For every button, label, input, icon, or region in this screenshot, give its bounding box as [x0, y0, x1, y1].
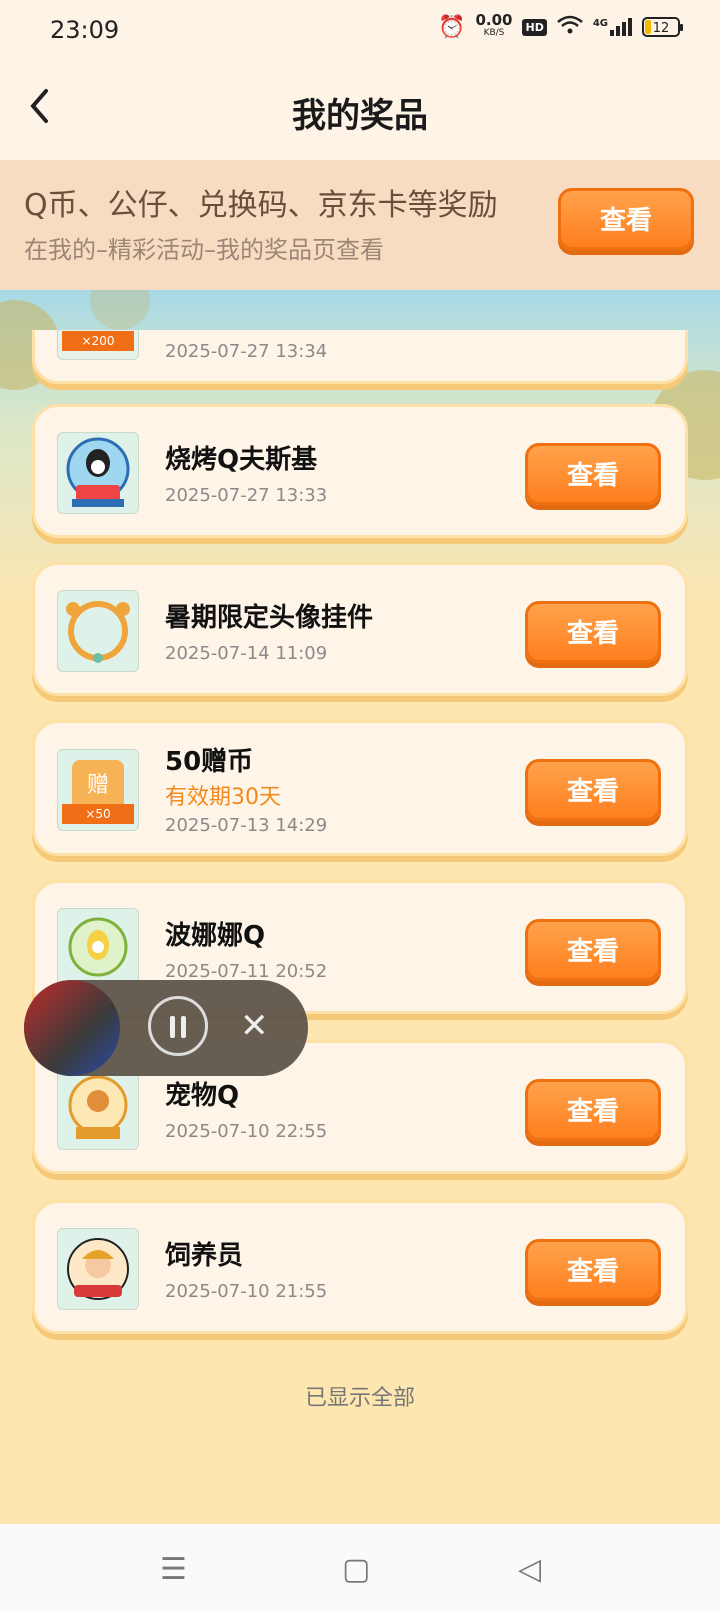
status-time: 23:09: [50, 16, 120, 44]
prize-card: 赠 ×50 50赠币 有效期30天 2025-07-13 14:29 查看: [32, 720, 688, 856]
album-art: [24, 980, 120, 1076]
signal-icon: 4G: [593, 18, 632, 36]
keeper-figure-thumbnail: [57, 1228, 139, 1310]
prize-date: 2025-07-27 13:33: [165, 485, 328, 506]
prize-card: 饲养员 2025-07-10 21:55 查看: [32, 1200, 688, 1334]
all-shown-label: 已显示全部: [304, 1386, 415, 1411]
view-button[interactable]: 查看: [525, 919, 661, 981]
quantity-badge: ×50: [62, 804, 134, 824]
top-bar: 23:09 ⏰ 0.00 KB/S HD 4G 12 我的奖品: [0, 0, 720, 160]
banana-figure-thumbnail: [57, 908, 139, 990]
prize-name: 50赠币: [165, 747, 254, 777]
banner-text: Q币、公仔、兑换码、京东卡等奖励: [24, 188, 498, 223]
view-button[interactable]: 查看: [525, 1239, 661, 1301]
page-title: 我的奖品: [292, 96, 428, 136]
pause-button[interactable]: [148, 996, 208, 1056]
bbq-figure-thumbnail: [57, 432, 139, 514]
back-nav-button[interactable]: ◁: [518, 1552, 541, 1587]
floating-media-player[interactable]: ✕: [24, 980, 308, 1076]
prize-date: 2025-07-13 14:29: [165, 815, 328, 836]
prize-validity: 有效期30天: [165, 785, 281, 810]
pet-figure-thumbnail: [57, 1068, 139, 1150]
banner-subtext: 在我的–精彩活动–我的奖品页查看: [24, 236, 384, 264]
prize-date: 2025-07-10 21:55: [165, 1281, 328, 1302]
prize-date: 2025-07-27 13:34: [165, 341, 328, 362]
view-button[interactable]: 查看: [525, 601, 661, 663]
coin-thumbnail: 赠 ×50: [57, 749, 139, 831]
prize-date: 2025-07-10 22:55: [165, 1121, 328, 1142]
view-button[interactable]: 查看: [525, 1079, 661, 1141]
wifi-icon: [557, 15, 583, 39]
avatar-frame-thumbnail: [57, 590, 139, 672]
quantity-badge: ×200: [62, 331, 134, 351]
status-icons: ⏰ 0.00 KB/S HD 4G 12: [438, 11, 683, 40]
info-banner: Q币、公仔、兑换码、京东卡等奖励 在我的–精彩活动–我的奖品页查看 查看: [0, 160, 720, 290]
banner-view-button[interactable]: 查看: [558, 188, 694, 250]
prize-name: 暑期限定头像挂件: [165, 603, 374, 633]
prize-date: 2025-07-14 11:09: [165, 643, 328, 664]
menu-button[interactable]: ☰: [160, 1552, 187, 1587]
prize-name: 饲养员: [165, 1241, 244, 1271]
prize-name: 烧烤Q夫斯基: [165, 445, 318, 475]
battery-icon: 12: [642, 17, 683, 37]
prize-name: 波娜娜Q: [165, 921, 266, 951]
prize-date: 2025-07-11 20:52: [165, 961, 328, 982]
view-button[interactable]: 查看: [525, 759, 661, 821]
hd-icon: HD: [522, 18, 547, 36]
close-button[interactable]: ✕: [240, 1006, 269, 1046]
prize-card: 暑期限定头像挂件 2025-07-14 11:09 查看: [32, 562, 688, 696]
view-button[interactable]: 查看: [525, 443, 661, 505]
home-button[interactable]: ▢: [342, 1552, 370, 1587]
prize-card: 烧烤Q夫斯基 2025-07-27 13:33 查看: [32, 404, 688, 538]
network-speed: 0.00 KB/S: [475, 11, 513, 39]
system-nav-bar: ☰ ▢ ◁: [0, 1524, 720, 1612]
alarm-icon: ⏰: [438, 14, 466, 40]
prize-name: 宠物Q: [165, 1081, 240, 1111]
